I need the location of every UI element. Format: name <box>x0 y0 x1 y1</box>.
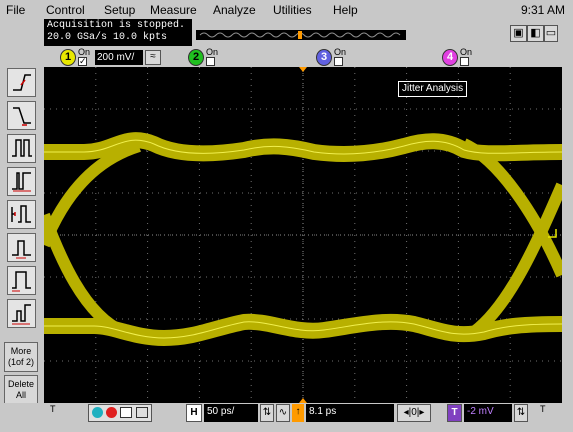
setup-time-icon[interactable] <box>7 200 36 229</box>
trigger-delay[interactable]: 8.1 ps <box>306 404 394 422</box>
channel-3-badge[interactable]: 3 <box>316 49 332 66</box>
delete-label: Delete <box>7 379 34 389</box>
channel-1-coupling-button[interactable]: ≈ <box>145 50 161 65</box>
delete-all-label: All <box>15 390 26 400</box>
trigger-position-top-marker <box>299 67 307 72</box>
time-marker-left: T <box>50 404 56 414</box>
status-line-2: 20.0 GSa/s 10.0 kpts <box>47 32 168 43</box>
color-grade-icon[interactable] <box>92 407 103 418</box>
menu-utilities[interactable]: Utilities <box>273 3 312 17</box>
channel-4-on-label: On <box>460 47 473 57</box>
horizontal-scale[interactable]: 50 ps/ <box>204 404 258 422</box>
runt-trigger-icon[interactable] <box>7 233 36 262</box>
jitter-analysis-label: Jitter Analysis <box>398 81 468 97</box>
screenshot-icon[interactable] <box>120 407 132 418</box>
menu-file[interactable]: File <box>6 3 25 17</box>
record-icon[interactable] <box>106 407 117 418</box>
screen-markers <box>299 67 557 403</box>
print-icon[interactable]: ▣ <box>510 25 527 42</box>
left-toolbar: More (1of 2) Delete All <box>0 65 42 410</box>
edge-trigger-icon[interactable] <box>7 68 36 97</box>
print-screen-icon[interactable] <box>136 407 148 418</box>
trigger-level-arrows[interactable]: ⇅ <box>514 404 528 422</box>
graticule <box>44 67 562 403</box>
menu-control[interactable]: Control <box>46 3 85 17</box>
pulse-width-icon[interactable] <box>7 134 36 163</box>
horizontal-scale-arrows[interactable]: ⇅ <box>260 404 274 422</box>
menu-measure[interactable]: Measure <box>150 3 197 17</box>
channel-2-badge[interactable]: 2 <box>188 49 204 66</box>
menu-analyze[interactable]: Analyze <box>213 3 256 17</box>
horizontal-wave-icon[interactable]: ∿ <box>276 404 290 422</box>
delay-step-buttons[interactable]: ◂|0|▸ <box>397 404 431 422</box>
time-marker-right: T <box>540 404 546 414</box>
channel-1-badge[interactable]: 1 <box>60 49 76 66</box>
horizontal-badge[interactable]: H <box>186 404 202 422</box>
delete-all-button[interactable]: Delete All <box>4 375 38 405</box>
menu-setup[interactable]: Setup <box>104 3 135 17</box>
acquisition-status: Acquisition is stopped. 20.0 GSa/s 10.0 … <box>44 19 192 46</box>
more-label: More <box>10 346 32 356</box>
channel-4-badge[interactable]: 4 <box>442 49 458 66</box>
trigger-delay-marker-icon[interactable]: ↑ <box>292 404 304 422</box>
channel-3-on-checkbox[interactable] <box>334 57 343 66</box>
channel-2-on-label: On <box>206 47 219 57</box>
channel-1-on-checkbox[interactable]: ✓ <box>78 57 87 66</box>
channel-4-on-checkbox[interactable] <box>460 57 469 66</box>
trigger-level[interactable]: -2 mV <box>464 404 512 422</box>
eye-rising-edge-left <box>38 140 141 248</box>
waveform-display[interactable] <box>38 67 568 403</box>
eye-diagram <box>38 67 568 403</box>
menu-bar: File Control Setup Measure Analyze Utili… <box>0 0 573 20</box>
channel-2-on-checkbox[interactable] <box>206 57 215 66</box>
channel-3-on-label: On <box>334 47 347 57</box>
horizontal-position-bar[interactable] <box>196 30 406 40</box>
minimize-icon[interactable]: ▭ <box>544 25 558 42</box>
mouse-icon[interactable]: ◧ <box>527 25 544 42</box>
channel-1-scale[interactable]: 200 mV/ <box>95 50 143 65</box>
falling-edge-icon[interactable] <box>7 101 36 130</box>
timeout-trigger-icon[interactable] <box>7 266 36 295</box>
clock: 9:31 AM <box>520 3 565 17</box>
more-button[interactable]: More (1of 2) <box>4 342 38 372</box>
status-line-1: Acquisition is stopped. <box>47 20 186 31</box>
pattern-trigger-icon[interactable] <box>7 299 36 328</box>
display-quick-buttons <box>88 404 152 422</box>
trigger-badge[interactable]: T <box>447 404 462 422</box>
menu-help[interactable]: Help <box>333 3 358 17</box>
glitch-trigger-icon[interactable] <box>7 167 36 196</box>
eye-falling-edge-left <box>38 212 127 338</box>
more-page-label: (1of 2) <box>7 357 34 367</box>
